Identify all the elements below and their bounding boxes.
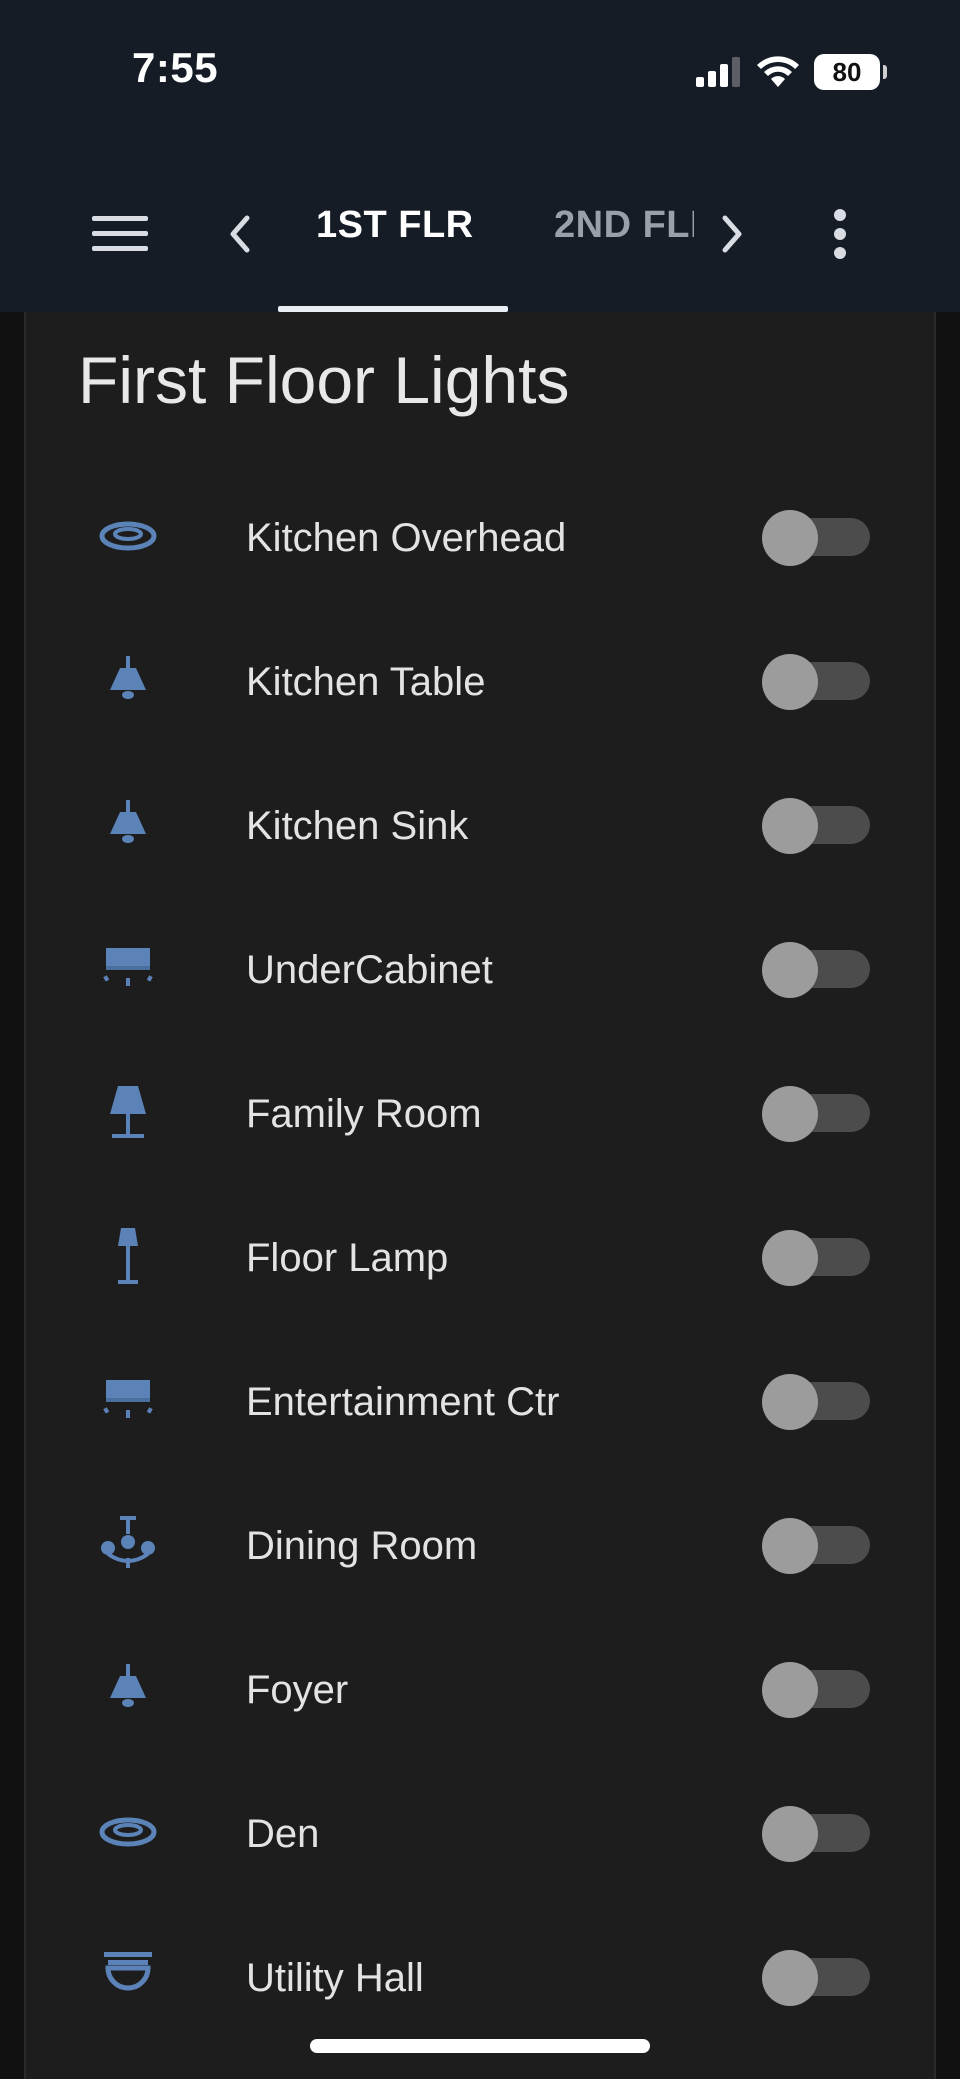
light-row-undercabinet[interactable]: UnderCabinet — [26, 918, 938, 1018]
light-label: Kitchen Table — [246, 660, 486, 704]
status-time: 7:55 — [132, 44, 219, 91]
light-row-floor-lamp[interactable]: Floor Lamp — [26, 1206, 938, 1306]
light-row-entertainment-ctr[interactable]: Entertainment Ctr — [26, 1350, 938, 1450]
tab-1st-flr[interactable]: 1ST FLR — [316, 204, 474, 247]
light-row-kitchen-table[interactable]: Kitchen Table — [26, 630, 938, 730]
ceiling-light-icon — [99, 521, 157, 551]
menu-button[interactable] — [80, 194, 160, 274]
light-toggle[interactable] — [762, 1662, 874, 1718]
pendant-light-icon — [110, 800, 146, 843]
scroll-tabs-left-button[interactable] — [210, 194, 270, 274]
home-indicator[interactable] — [310, 2039, 650, 2053]
table-lamp-icon — [110, 1086, 146, 1138]
dome-light-icon — [104, 1952, 152, 1991]
light-label: Dining Room — [246, 1524, 478, 1568]
light-label: UnderCabinet — [246, 948, 493, 992]
status-icons: 80 — [694, 50, 887, 94]
more-vertical-icon — [834, 209, 846, 259]
light-toggle[interactable] — [762, 1806, 874, 1862]
wifi-icon — [757, 56, 799, 87]
under-cabinet-light-icon — [103, 948, 153, 986]
tab-2nd-flr[interactable]: 2ND FLR — [554, 204, 694, 247]
cellular-signal-icon — [696, 57, 740, 87]
floor-lamp-icon — [118, 1228, 138, 1284]
light-label: Family Room — [246, 1092, 482, 1136]
chevron-right-icon — [722, 215, 742, 253]
light-label: Den — [246, 1812, 320, 1856]
light-label: Utility Hall — [246, 1956, 424, 2000]
chevron-left-icon — [230, 215, 250, 253]
light-toggle[interactable] — [762, 1518, 874, 1574]
light-toggle[interactable] — [762, 942, 874, 998]
status-bar: 7:55 80 — [0, 0, 960, 150]
light-label: Floor Lamp — [246, 1236, 449, 1280]
ceiling-light-icon — [99, 1817, 157, 1847]
chandelier-icon — [101, 1516, 155, 1568]
light-label: Kitchen Sink — [246, 804, 469, 848]
toolbar: 1ST FLR 2ND FLR — [0, 150, 960, 312]
under-cabinet-light-icon — [103, 1380, 153, 1418]
light-toggle[interactable] — [762, 1950, 874, 2006]
scroll-tabs-right-button[interactable] — [702, 194, 762, 274]
light-label: Entertainment Ctr — [246, 1380, 560, 1424]
light-toggle[interactable] — [762, 510, 874, 566]
hamburger-menu-icon — [92, 216, 148, 251]
light-toggle[interactable] — [762, 654, 874, 710]
light-row-dining-room[interactable]: Dining Room — [26, 1494, 938, 1594]
light-toggle[interactable] — [762, 1086, 874, 1142]
battery-icon: 80 — [814, 54, 887, 90]
pendant-light-icon — [110, 1664, 146, 1707]
light-label: Kitchen Overhead — [246, 516, 567, 560]
light-toggle[interactable] — [762, 798, 874, 854]
more-options-button[interactable] — [800, 194, 880, 274]
pendant-light-icon — [110, 656, 146, 699]
light-label: Foyer — [246, 1668, 349, 1712]
light-row-utility-hall[interactable]: Utility Hall — [26, 1926, 938, 2026]
light-toggle[interactable] — [762, 1374, 874, 1430]
light-toggle[interactable] — [762, 1230, 874, 1286]
light-row-kitchen-sink[interactable]: Kitchen Sink — [26, 774, 938, 874]
light-row-family-room[interactable]: Family Room — [26, 1062, 938, 1162]
light-row-foyer[interactable]: Foyer — [26, 1638, 938, 1738]
light-row-kitchen-overhead[interactable]: Kitchen Overhead — [26, 486, 938, 586]
light-row-den[interactable]: Den — [26, 1782, 938, 1882]
lights-card: First Floor Lights Kitchen Overhead Kitc… — [24, 312, 936, 2079]
card-title: First Floor Lights — [78, 343, 570, 417]
